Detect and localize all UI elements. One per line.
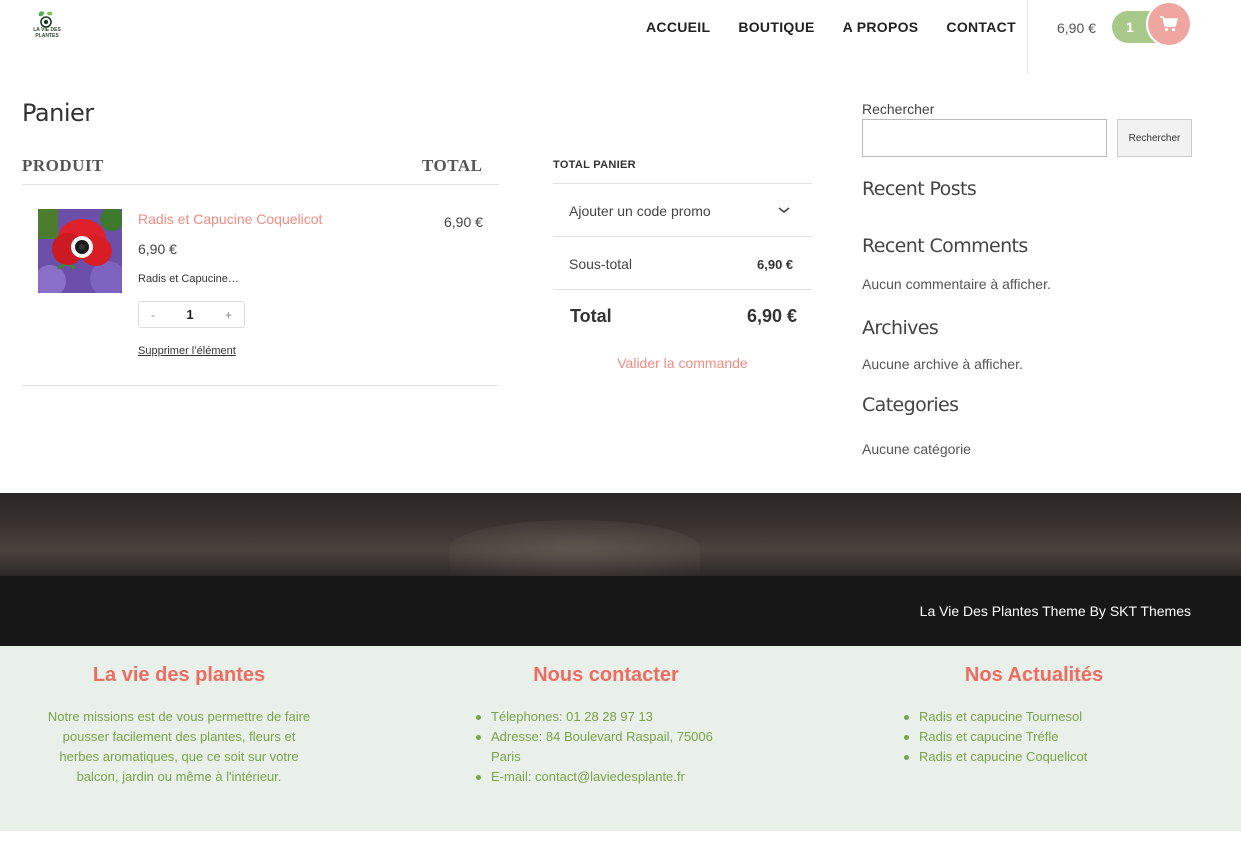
recent-comments-title: Recent Comments bbox=[862, 235, 1028, 257]
cart-totals-heading: TOTAL PANIER bbox=[553, 159, 636, 171]
product-name-link[interactable]: Radis et Capucine Coquelicot bbox=[138, 211, 322, 227]
search-input[interactable] bbox=[862, 119, 1107, 157]
column-header-product: PRODUIT bbox=[22, 156, 104, 175]
no-comments-text: Aucun commentaire à afficher. bbox=[862, 276, 1051, 292]
footer-contact-list: Télephones: 01 28 28 97 13 Adresse: 84 B… bbox=[473, 707, 738, 787]
cart-icon bbox=[1160, 16, 1178, 32]
total-label: Total bbox=[570, 306, 612, 326]
contact-phone: Télephones: 01 28 28 97 13 bbox=[473, 707, 738, 727]
theme-credit[interactable]: La Vie Des Plantes Theme By SKT Themes bbox=[920, 603, 1191, 619]
total-value: 6,90 € bbox=[747, 306, 798, 326]
totals-divider-subtotal bbox=[553, 289, 812, 290]
line-total: 6,90 € bbox=[444, 214, 483, 230]
remove-item-link[interactable]: Supprimer l’élément bbox=[138, 345, 236, 357]
archives-title: Archives bbox=[862, 317, 939, 339]
search-label: Rechercher bbox=[862, 101, 935, 117]
quantity-input[interactable]: 1 bbox=[186, 307, 193, 322]
header-divider bbox=[1027, 0, 1028, 74]
product-description: Radis et Capucine… bbox=[138, 273, 239, 285]
quantity-decrease-button[interactable]: - bbox=[151, 308, 155, 322]
footer-about-text: Notre missions est de vous permettre de … bbox=[47, 709, 311, 784]
recent-posts-title: Recent Posts bbox=[862, 178, 977, 200]
chevron-down-icon[interactable] bbox=[777, 205, 791, 215]
quantity-stepper: - 1 + bbox=[138, 301, 245, 328]
cart-header-divider bbox=[22, 184, 499, 185]
page-title: Panier bbox=[22, 99, 94, 127]
subtotal-value: 6,90 € bbox=[757, 257, 794, 272]
main-nav: ACCUEIL BOUTIQUE A PROPOS CONTACT bbox=[646, 19, 1044, 35]
no-categories-text: Aucune catégorie bbox=[862, 441, 971, 457]
logo-text: LA VIE DES PLANTES bbox=[33, 27, 61, 39]
footer-about-title: La vie des plantes bbox=[92, 664, 266, 686]
footer-news-title: Nos Actualités bbox=[964, 664, 1104, 686]
cart-count-badge[interactable]: 1 bbox=[1126, 19, 1134, 35]
footer-news-list: Radis et capucine Tournesol Radis et cap… bbox=[901, 707, 1161, 767]
news-item[interactable]: Radis et capucine Tournesol bbox=[901, 707, 1161, 727]
promo-code-toggle[interactable]: Ajouter un code promo bbox=[569, 203, 711, 219]
news-item[interactable]: Radis et capucine Coquelicot bbox=[901, 747, 1161, 767]
totals-divider-top bbox=[553, 183, 812, 184]
search-button[interactable]: Rechercher bbox=[1117, 119, 1192, 157]
contact-email[interactable]: E-mail: contact@laviedesplante.fr bbox=[473, 767, 738, 787]
quantity-increase-button[interactable]: + bbox=[225, 308, 232, 322]
nav-contact[interactable]: CONTACT bbox=[946, 19, 1016, 35]
cart-footer-divider bbox=[22, 385, 499, 386]
nav-a-propos[interactable]: A PROPOS bbox=[843, 19, 919, 35]
poppy-image bbox=[38, 209, 122, 293]
news-item[interactable]: Radis et capucine Tréfle bbox=[901, 727, 1161, 747]
totals-divider-promo bbox=[553, 236, 812, 237]
site-header: LA VIE DES PLANTES ACCUEIL BOUTIQUE A PR… bbox=[0, 0, 1241, 75]
checkout-button[interactable]: Valider la commande bbox=[553, 355, 812, 371]
categories-title: Categories bbox=[862, 394, 959, 416]
product-thumbnail[interactable] bbox=[38, 209, 122, 293]
cart-icon-button[interactable] bbox=[1146, 1, 1192, 47]
nav-accueil[interactable]: ACCUEIL bbox=[646, 19, 710, 35]
footer-contact-title: Nous contacter bbox=[533, 664, 679, 686]
contact-address: Adresse: 84 Boulevard Raspail, 75006 Par… bbox=[473, 727, 738, 767]
column-header-total: TOTAL bbox=[422, 156, 483, 175]
no-archives-text: Aucune archive à afficher. bbox=[862, 356, 1023, 372]
banner-glow bbox=[450, 520, 700, 576]
product-price: 6,90 € bbox=[138, 241, 177, 257]
subtotal-label: Sous-total bbox=[569, 256, 633, 272]
cart-price[interactable]: 6,90 € bbox=[1057, 20, 1096, 36]
nav-boutique[interactable]: BOUTIQUE bbox=[738, 19, 814, 35]
